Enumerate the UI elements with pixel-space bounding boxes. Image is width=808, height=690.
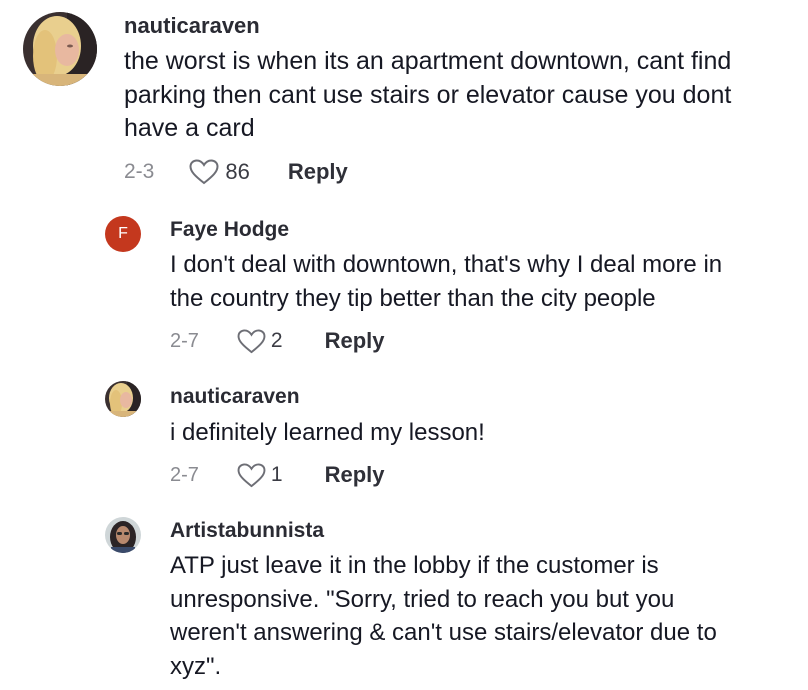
comment-username[interactable]: Artistabunnista — [170, 519, 324, 543]
comment-meta: 2-7 2 Reply — [170, 326, 385, 356]
comment-username[interactable]: nauticaraven — [124, 13, 260, 39]
heart-outline-icon — [189, 159, 219, 185]
comment-date: 2-7 — [170, 329, 199, 352]
reply-button[interactable]: Reply — [325, 462, 385, 488]
like-count: 86 — [225, 159, 250, 184]
comment-username[interactable]: nauticaraven — [170, 385, 300, 409]
comment-text: i definitely learned my lesson! — [170, 419, 485, 446]
avatar-photo — [23, 12, 97, 86]
comment-text: ATP just leave it in the lobby if the cu… — [170, 552, 717, 680]
heart-outline-icon — [237, 328, 266, 353]
heart-outline-icon — [237, 462, 266, 487]
avatar-photo — [105, 381, 141, 417]
user-avatar[interactable]: F — [105, 216, 141, 252]
comment-username[interactable]: Faye Hodge — [170, 218, 289, 242]
user-avatar[interactable] — [105, 381, 141, 417]
comment-text: the worst is when its an apartment downt… — [124, 47, 732, 142]
comment-meta: 2-7 1 Reply — [170, 460, 385, 490]
comment-meta: 2-3 86 Reply — [124, 157, 348, 187]
comment-date: 2-7 — [170, 463, 199, 486]
user-avatar[interactable] — [23, 12, 97, 86]
user-avatar[interactable] — [105, 517, 141, 553]
like-button[interactable]: 86 — [189, 159, 250, 185]
comment-text: I don't deal with downtown, that's why I… — [170, 251, 723, 312]
avatar-letter: F — [118, 225, 128, 242]
reply-button[interactable]: Reply — [325, 328, 385, 354]
like-button[interactable]: 1 — [237, 462, 283, 488]
reply-button[interactable]: Reply — [288, 159, 348, 185]
avatar-photo — [105, 517, 141, 553]
like-button[interactable]: 2 — [237, 328, 283, 354]
like-count: 1 — [270, 463, 283, 486]
comment-date: 2-3 — [124, 160, 155, 183]
like-count: 2 — [270, 329, 283, 352]
